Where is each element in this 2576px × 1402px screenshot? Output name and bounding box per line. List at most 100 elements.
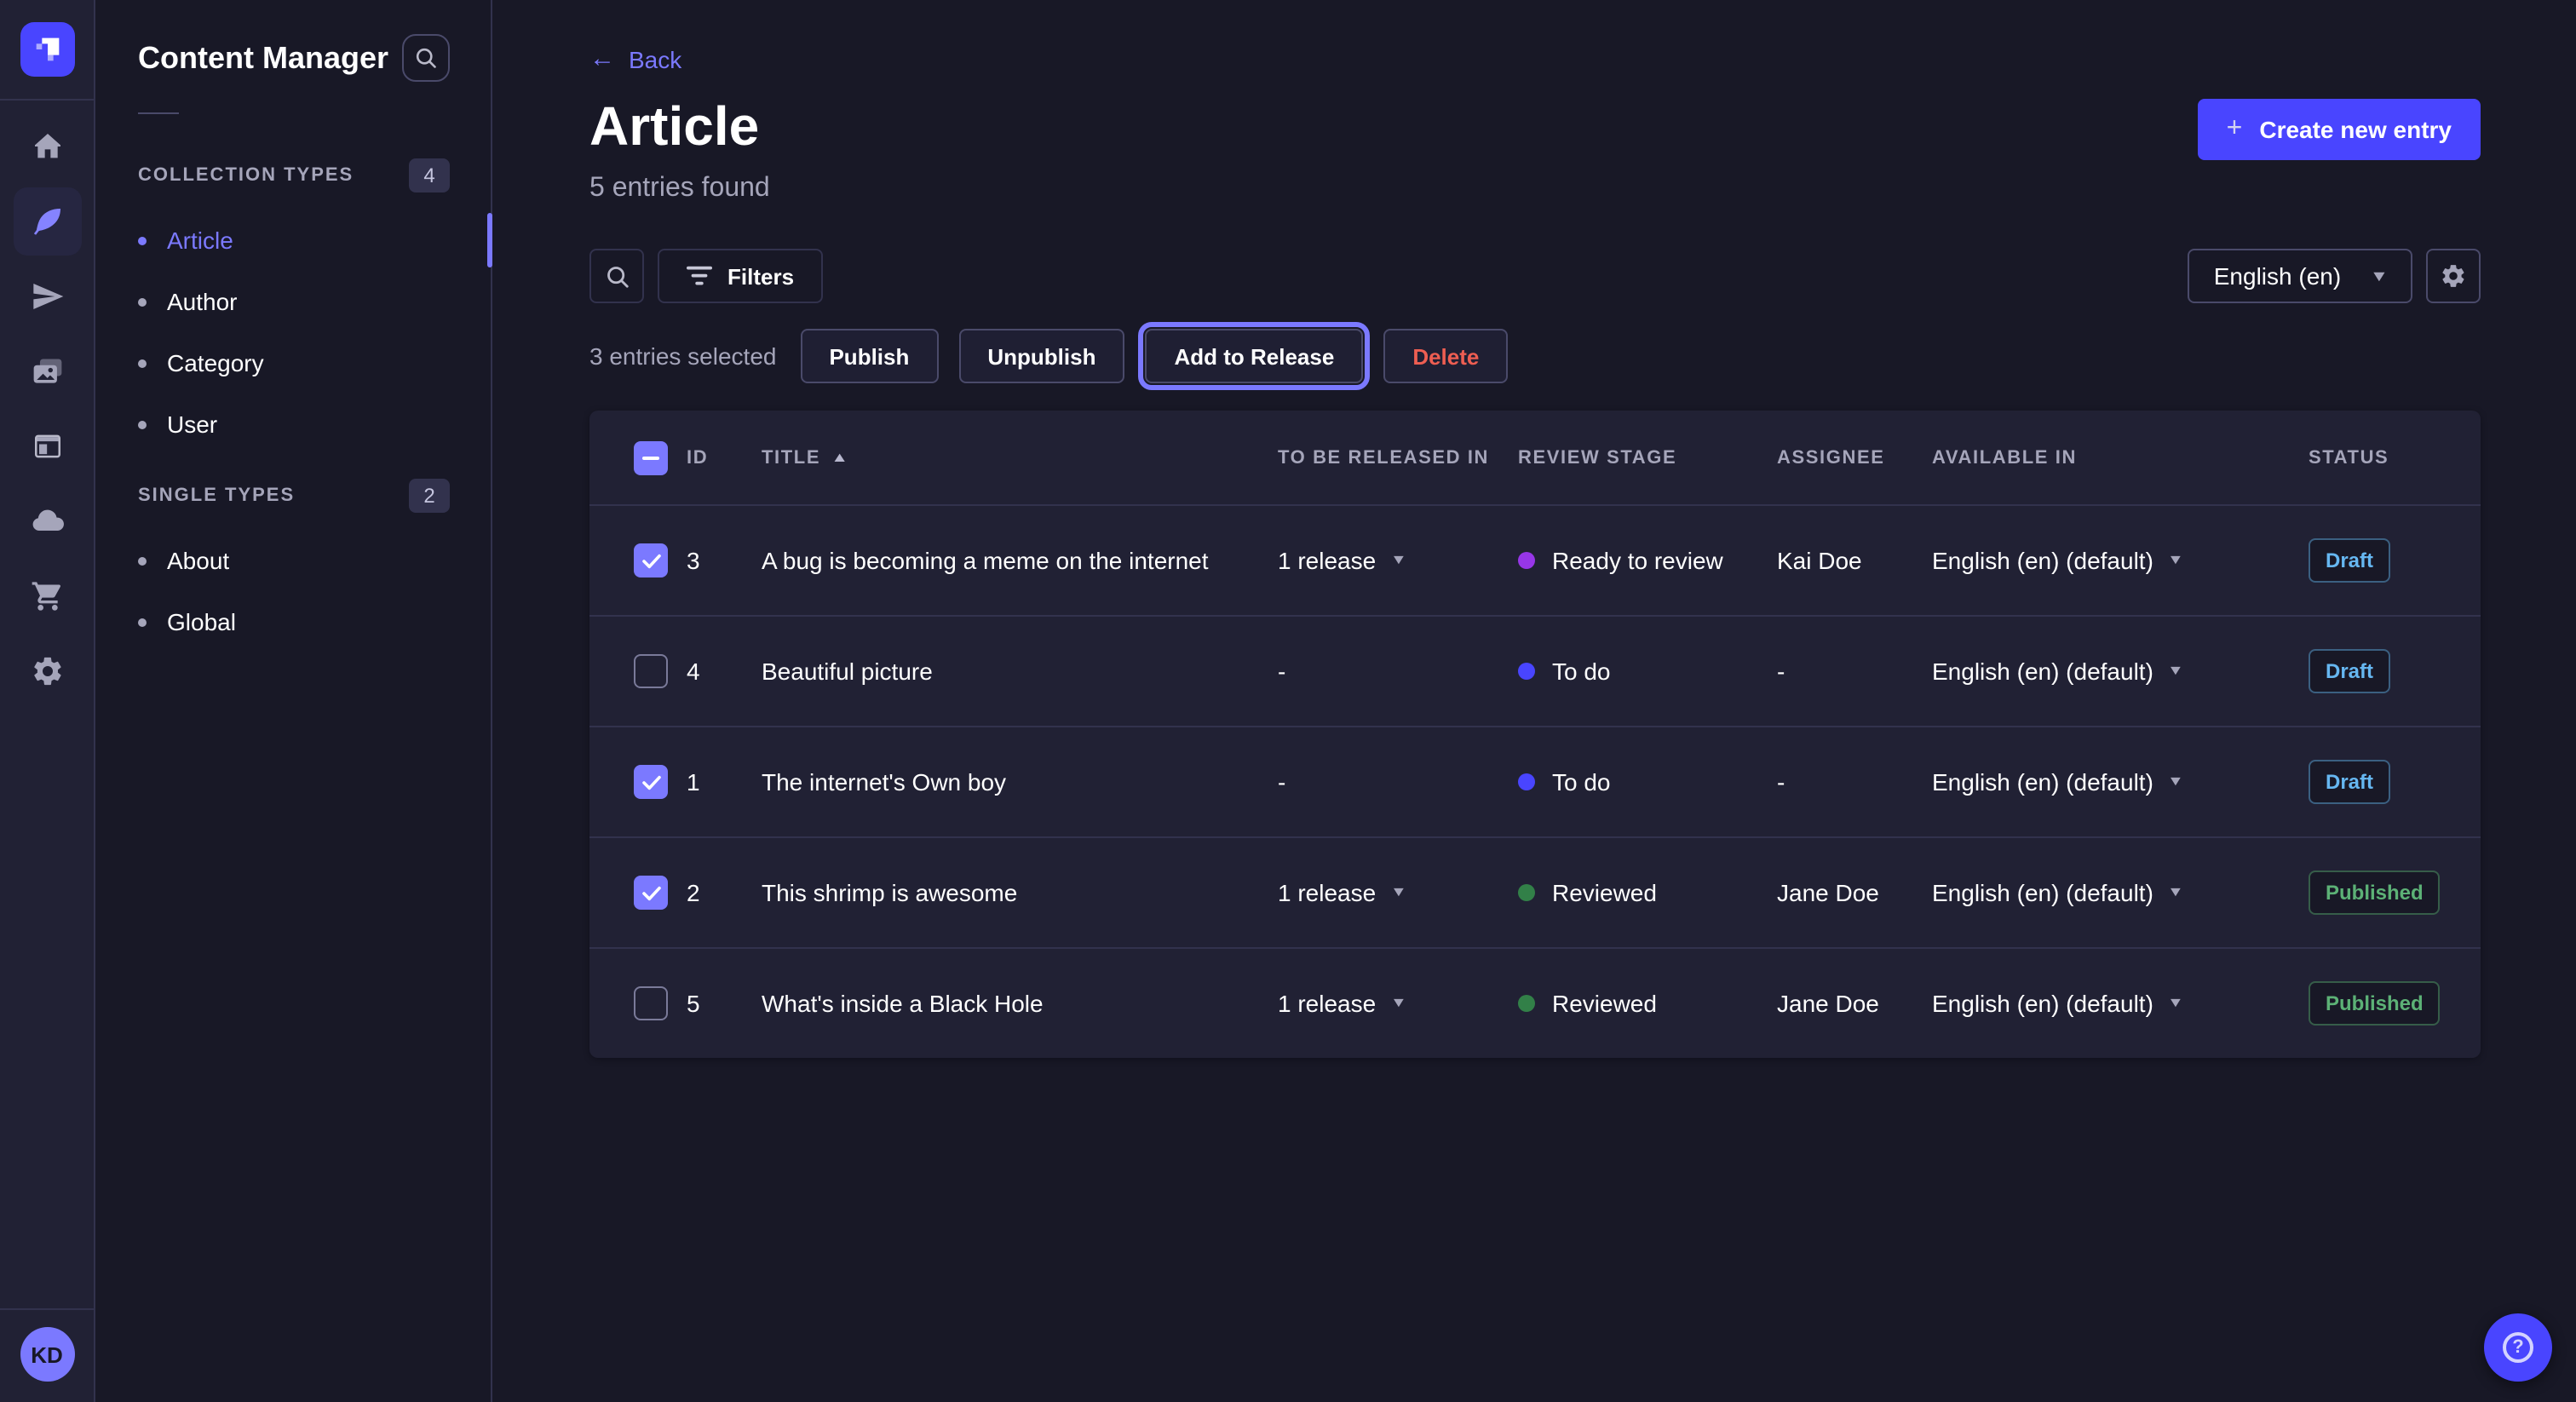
bullet-icon [138,420,147,428]
selection-count-text: 3 entries selected [589,342,776,370]
settings-icon[interactable] [13,637,81,705]
deploy-cloud-icon[interactable] [13,487,81,555]
review-stage-cell: To do [1518,658,1777,685]
publish-button[interactable]: Publish [800,329,938,383]
release-value: 1 release [1278,547,1376,574]
release-dropdown[interactable]: 1 release ▼ [1278,879,1518,906]
table-row[interactable]: 4 Beautiful picture - ▼ To do - English … [589,615,2481,726]
row-title: A bug is becoming a meme on the internet [762,547,1278,574]
locale-dropdown[interactable]: English (en) (default) ▼ [1932,879,2309,906]
status-badge: Draft [2309,760,2390,804]
section-label: COLLECTION TYPES [138,165,354,186]
content-manager-sidebar: Content Manager COLLECTION TYPES 4 Artic… [97,0,492,1402]
release-dropdown[interactable]: - ▼ [1278,768,1518,796]
sidebar-item-global[interactable]: Global [138,591,450,652]
sidebar-item-about[interactable]: About [138,530,450,591]
status-badge: Published [2309,981,2441,1026]
chevron-down-icon: ▼ [2167,554,2184,567]
sidebar-item-article[interactable]: Article [138,210,450,271]
table-header-row: ID TITLE ▲ TO BE RELEASED IN REVIEW STAG… [589,411,2481,504]
content-manager-icon[interactable] [13,187,81,256]
release-dropdown[interactable]: 1 release ▼ [1278,990,1518,1017]
sort-asc-icon: ▲ [831,450,850,465]
home-icon[interactable] [13,112,81,181]
review-stage-cell: Reviewed [1518,879,1777,906]
column-header-title[interactable]: TITLE ▲ [762,447,1278,468]
locale-dropdown[interactable]: English (en) (default) ▼ [1932,658,2309,685]
column-header-stage: REVIEW STAGE [1518,447,1777,468]
unpublish-button[interactable]: Unpublish [958,329,1124,383]
release-dropdown[interactable]: 1 release ▼ [1278,547,1518,574]
sidebar-item-author[interactable]: Author [138,271,450,332]
active-indicator [487,213,492,267]
releases-icon[interactable] [13,262,81,330]
release-value: 1 release [1278,990,1376,1017]
sidebar-divider [138,112,179,114]
chevron-down-icon: ▼ [1389,997,1406,1010]
review-stage-cell: Reviewed [1518,990,1777,1017]
stage-dot-icon [1518,552,1535,569]
stage-dot-icon [1518,884,1535,901]
section-count-badge: 2 [409,479,450,513]
view-settings-button[interactable] [2426,249,2481,303]
chevron-down-icon: ▼ [1389,554,1406,567]
table-row[interactable]: 5 What's inside a Black Hole 1 release ▼… [589,947,2481,1058]
create-new-entry-button[interactable]: + Create new entry [2198,99,2481,160]
rail-icons [13,112,81,705]
locale-dropdown[interactable]: English (en) (default) ▼ [1932,990,2309,1017]
row-checkbox[interactable] [634,876,668,910]
filters-button[interactable]: Filters [658,249,823,303]
column-header-id: ID [687,447,762,468]
row-checkbox[interactable] [634,543,668,577]
row-checkbox[interactable] [634,654,668,688]
user-avatar[interactable]: KD [20,1327,74,1382]
rail-bottom: KD [0,1286,94,1402]
strapi-logo[interactable] [20,22,74,77]
sidebar-search-button[interactable] [402,34,450,82]
locale-dropdown[interactable]: English (en) (default) ▼ [1932,768,2309,796]
gear-icon [2440,262,2467,290]
stage-label: Reviewed [1552,990,1657,1017]
assignee-cell: - [1777,768,1932,796]
help-button[interactable]: ? [2484,1313,2552,1382]
content-type-builder-icon[interactable] [13,412,81,480]
sidebar-item-category[interactable]: Category [138,332,450,394]
column-header-assignee: ASSIGNEE [1777,447,1932,468]
release-dropdown[interactable]: - ▼ [1278,658,1518,685]
chevron-down-icon: ▼ [2370,268,2389,284]
column-header-status: STATUS [2309,447,2481,468]
rail-divider [0,1308,94,1310]
locale-select[interactable]: English (en) ▼ [2188,249,2412,303]
column-header-title-label: TITLE [762,447,820,468]
release-value: - [1278,768,1285,796]
marketplace-cart-icon[interactable] [13,562,81,630]
media-library-icon[interactable] [13,337,81,405]
status-badge: Draft [2309,649,2390,693]
sidebar-title: Content Manager [138,34,388,82]
back-link[interactable]: ← Back [589,45,681,72]
locale-dropdown[interactable]: English (en) (default) ▼ [1932,547,2309,574]
back-arrow-icon: ← [589,46,615,72]
row-id: 2 [687,879,762,906]
table-row[interactable]: 2 This shrimp is awesome 1 release ▼ Rev… [589,836,2481,947]
stage-dot-icon [1518,773,1535,790]
table-row[interactable]: 3 A bug is becoming a meme on the intern… [589,504,2481,615]
sidebar-item-user[interactable]: User [138,394,450,455]
stage-label: To do [1552,768,1611,796]
rail-divider [0,99,94,101]
row-checkbox[interactable] [634,765,668,799]
entries-table: ID TITLE ▲ TO BE RELEASED IN REVIEW STAG… [589,411,2481,1058]
search-icon [604,263,630,289]
row-checkbox[interactable] [634,986,668,1020]
column-header-release: TO BE RELEASED IN [1278,447,1518,468]
add-to-release-button[interactable]: Add to Release [1145,329,1363,383]
select-all-checkbox[interactable] [634,440,668,474]
row-title: What's inside a Black Hole [762,990,1278,1017]
delete-button[interactable]: Delete [1383,329,1508,383]
assignee-cell: Jane Doe [1777,990,1932,1017]
sidebar-item-label: Author [167,288,238,315]
search-button[interactable] [589,249,644,303]
table-row[interactable]: 1 The internet's Own boy - ▼ To do - Eng… [589,726,2481,836]
search-icon [414,46,438,70]
filters-label: Filters [727,263,794,289]
